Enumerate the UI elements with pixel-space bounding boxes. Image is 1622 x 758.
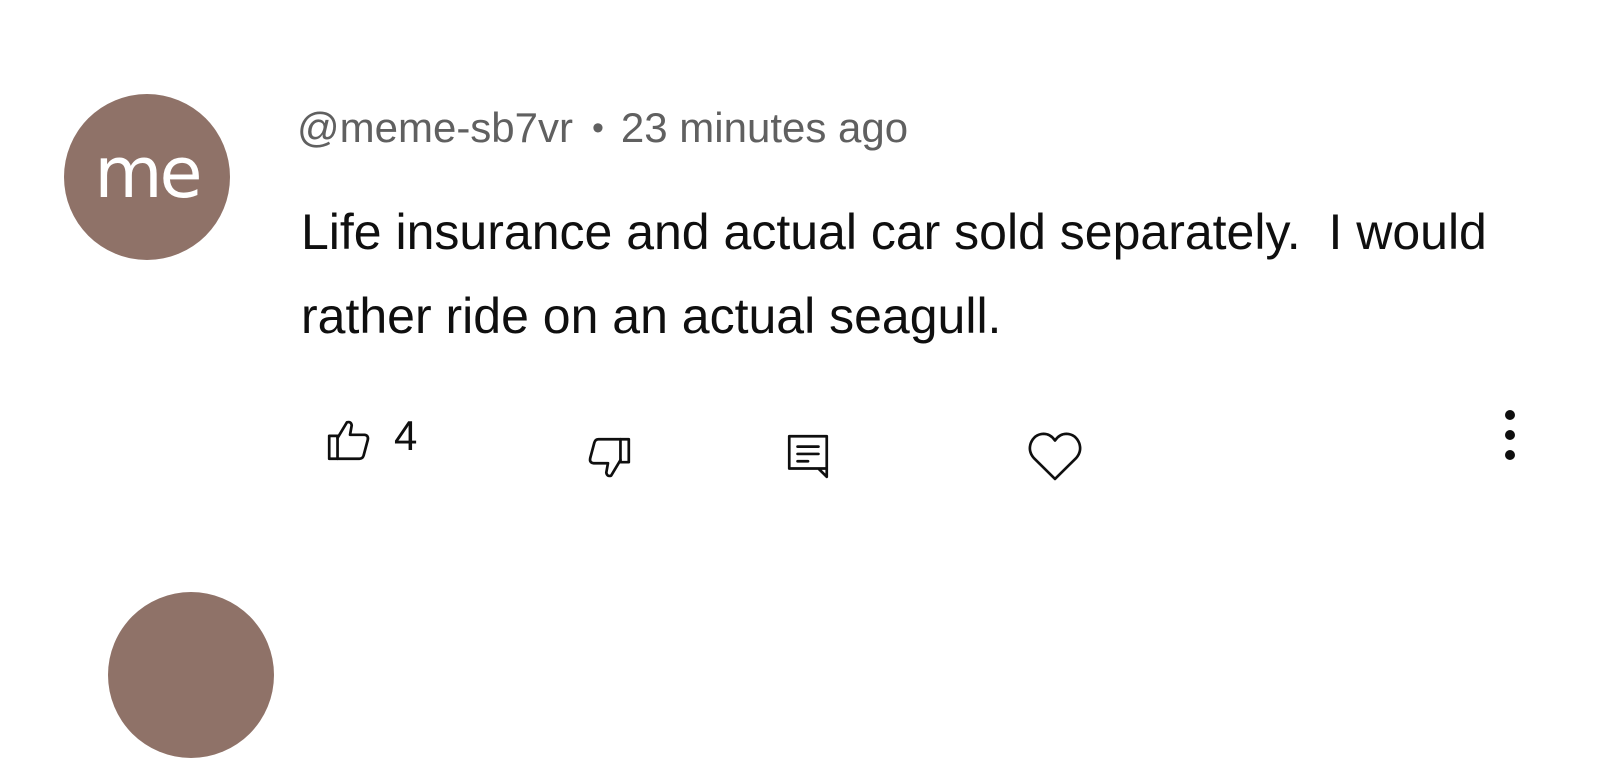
like-button[interactable]: 4	[324, 412, 418, 465]
author-handle[interactable]: @meme-sb7vr	[297, 104, 573, 152]
comment-text: Life insurance and actual car sold separ…	[301, 204, 1501, 344]
comment-card: me @meme-sb7vr • 23 minutes ago Life ins…	[0, 0, 1622, 758]
more-vertical-icon	[1502, 407, 1518, 463]
heart-icon	[1026, 429, 1084, 483]
comment-actions: 4	[0, 395, 1622, 495]
comment-timestamp[interactable]: 23 minutes ago	[621, 104, 908, 152]
avatar-initials: me	[94, 132, 202, 214]
avatar[interactable]: me	[64, 94, 230, 260]
heart-button[interactable]	[1026, 429, 1084, 483]
next-comment-avatar[interactable]	[108, 592, 274, 758]
reply-comment-icon	[785, 431, 831, 481]
thumbs-down-icon	[584, 433, 634, 483]
reply-button[interactable]	[785, 431, 831, 481]
dislike-button[interactable]	[584, 433, 634, 483]
comment-header: @meme-sb7vr • 23 minutes ago	[297, 100, 908, 156]
more-options-button[interactable]	[1502, 407, 1518, 463]
like-count: 4	[394, 412, 418, 459]
meta-separator: •	[592, 108, 604, 147]
thumbs-up-icon	[324, 415, 374, 465]
